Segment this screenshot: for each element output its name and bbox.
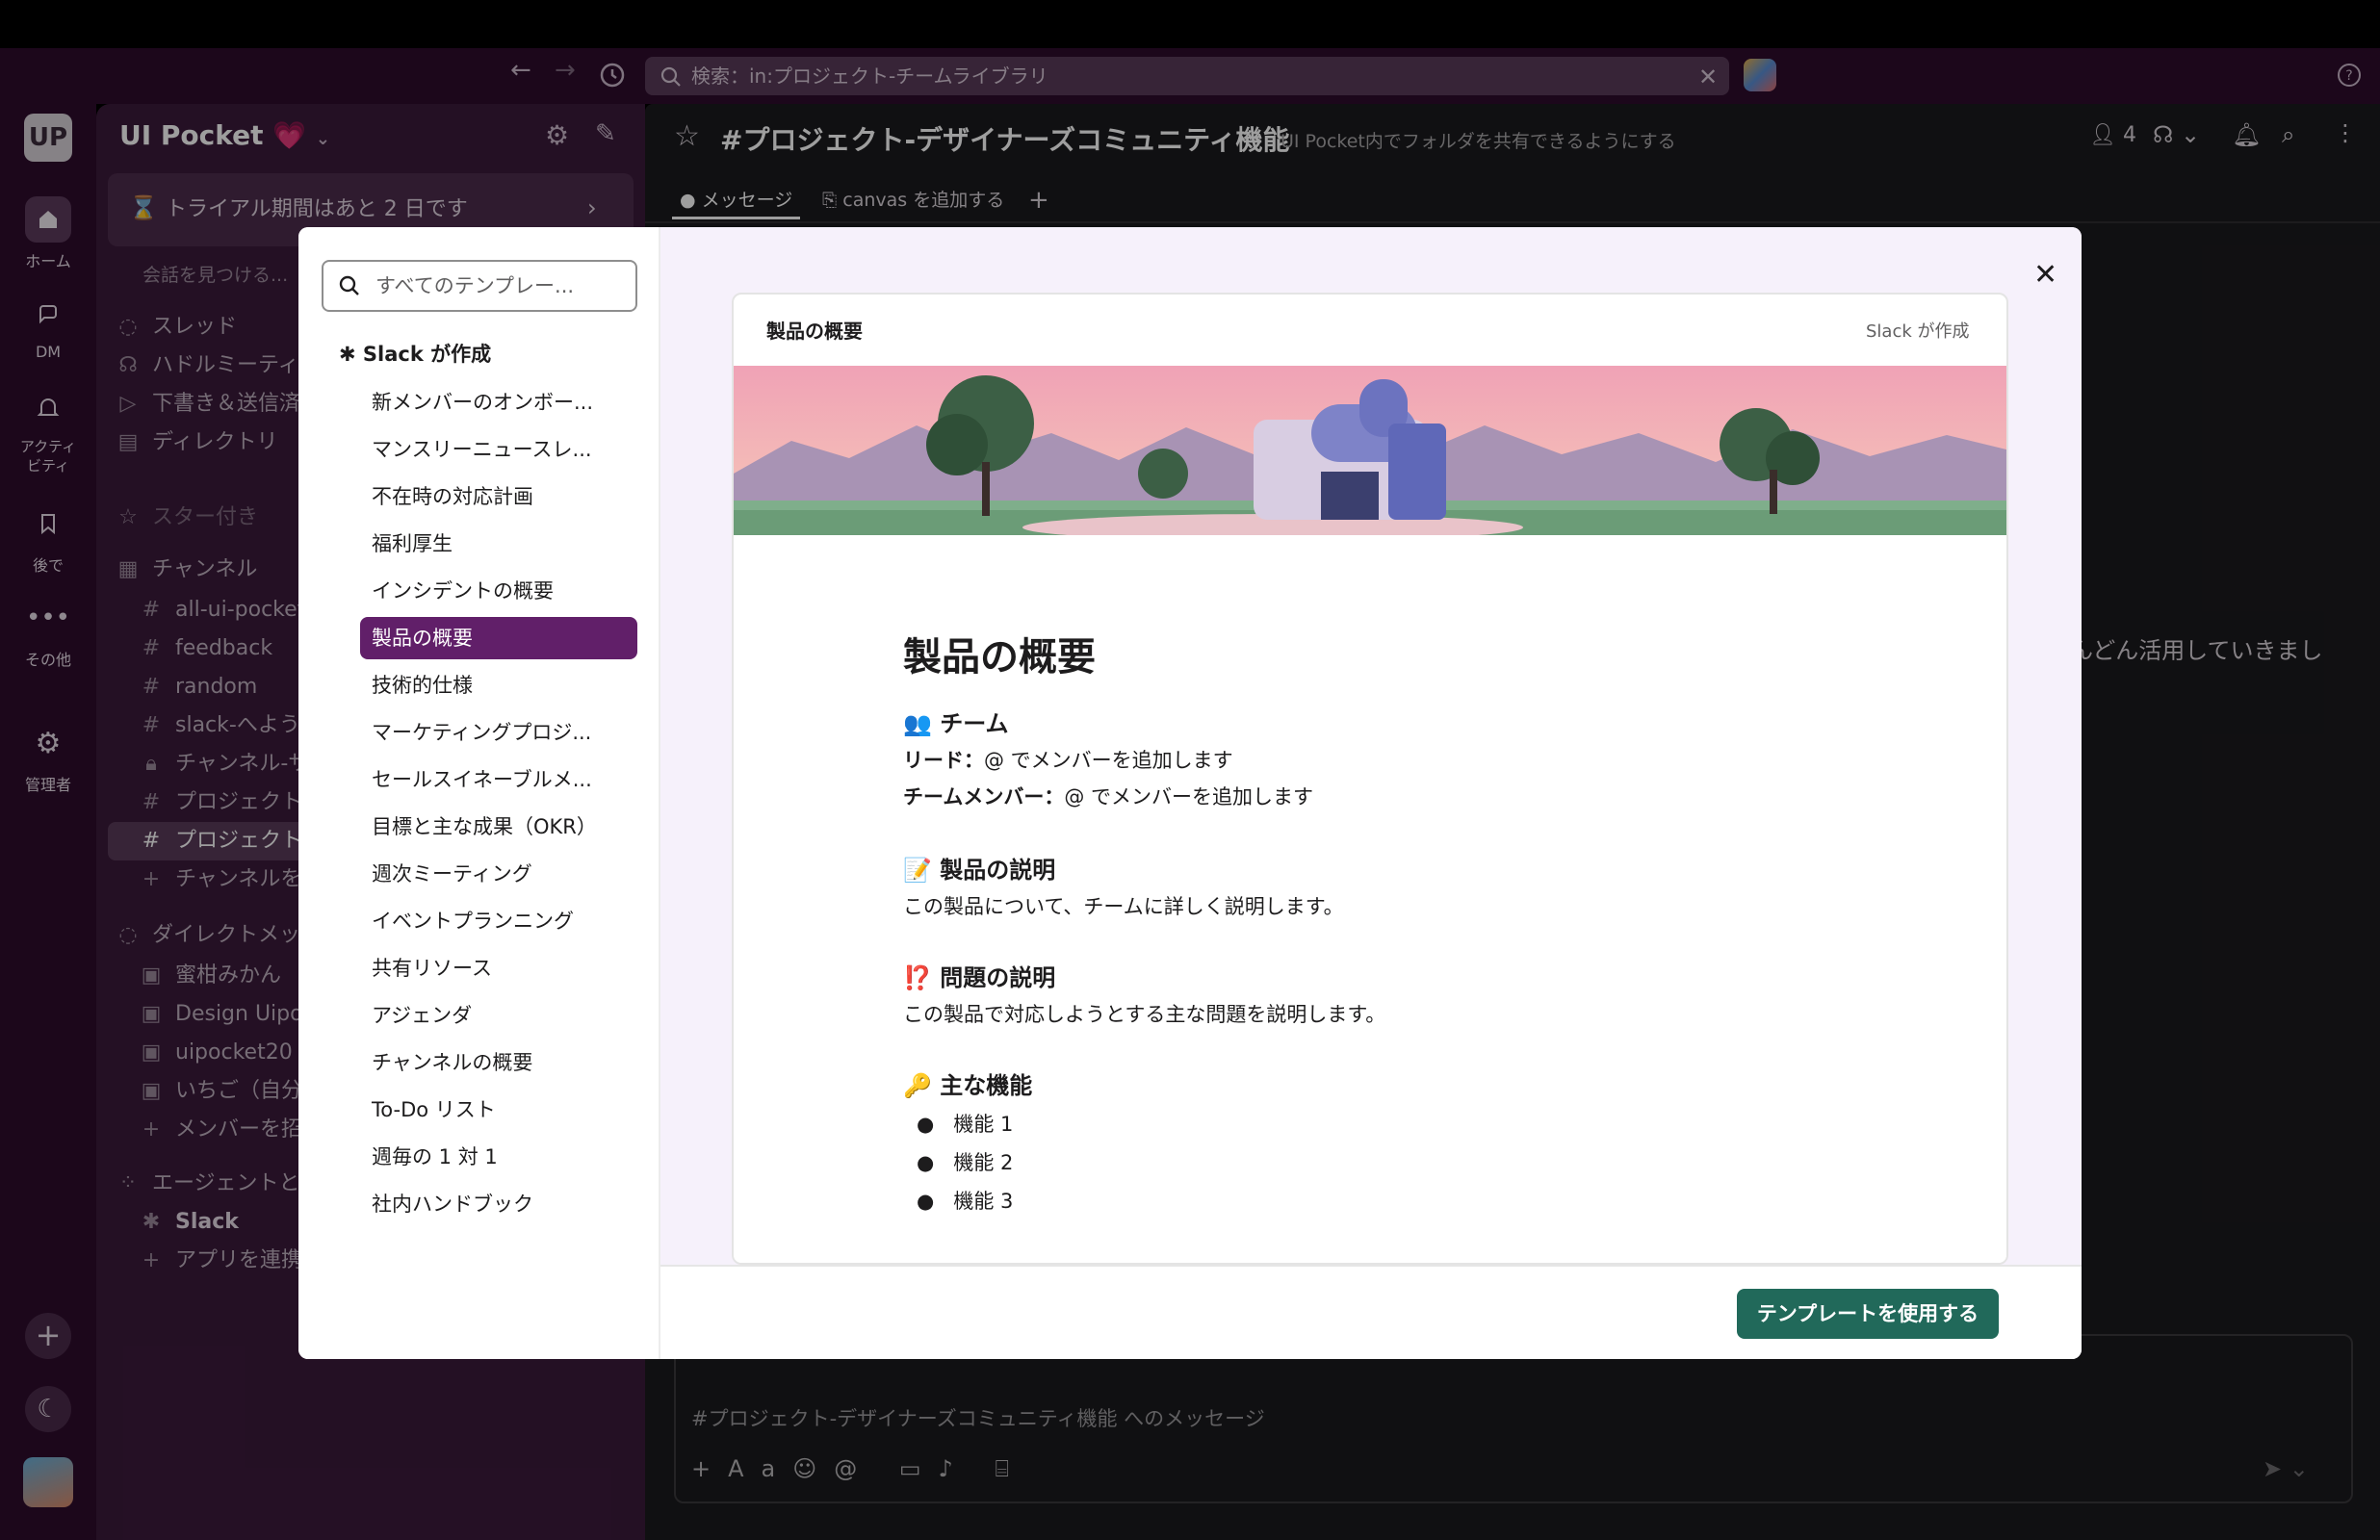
feature-item: ● 機能 2 — [917, 1151, 1014, 1174]
template-item[interactable]: イベントプランニング — [360, 900, 637, 942]
problem-text: この製品で対応しようとする主な問題を説明します。 — [903, 1003, 1386, 1026]
template-picker-modal: すべてのテンプレー... ✱ Slack が作成 新メンバーのオンボー... マン… — [298, 227, 2082, 1359]
slack-logo-icon: ✱ — [339, 343, 356, 366]
preview-document: 製品の概要 👥 チーム リード：@ でメンバーを追加します チームメンバー：@ … — [734, 535, 2006, 1263]
problem-heading: ⁉️ 問題の説明 — [903, 964, 1056, 991]
template-item[interactable]: 製品の概要 — [360, 617, 637, 659]
template-item[interactable]: インシデントの概要 — [360, 570, 637, 612]
search-icon — [339, 275, 360, 296]
template-preview-panel: ✕ 製品の概要 Slack が作成 製品の概要 👥 チーム リード：@ でメンバ… — [660, 227, 2082, 1359]
template-item[interactable]: 技術的仕様 — [360, 664, 637, 706]
slack-app: ← → 検索：in:プロジェクト-チームライブラリ ✕ ? UP ホーム DM … — [0, 0, 2380, 1540]
template-item[interactable]: 社内ハンドブック — [360, 1183, 637, 1225]
template-item[interactable]: マンスリーニュースレ... — [360, 428, 637, 471]
template-item[interactable]: 週毎の 1 対 1 — [360, 1136, 637, 1178]
template-item[interactable]: セールスイネーブルメ... — [360, 758, 637, 801]
feature-item: ● 機能 3 — [917, 1190, 1014, 1213]
doc-title: 製品の概要 — [903, 635, 1096, 680]
template-item[interactable]: To-Do リスト — [360, 1089, 637, 1131]
preview-header-title: 製品の概要 — [766, 320, 863, 343]
template-search-input[interactable]: すべてのテンプレー... — [322, 260, 637, 312]
description-heading: 📝 製品の説明 — [903, 857, 1056, 884]
lead-row: リード：@ でメンバーを追加します — [903, 745, 1233, 774]
preview-banner-image — [734, 366, 2006, 535]
template-item[interactable]: 福利厚生 — [360, 523, 637, 565]
members-label: チームメンバー： — [903, 785, 1065, 808]
template-list-panel: すべてのテンプレー... ✱ Slack が作成 新メンバーのオンボー... マン… — [298, 227, 660, 1359]
use-template-button[interactable]: テンプレートを使用する — [1737, 1289, 1999, 1339]
template-item[interactable]: マーケティングプロジ... — [360, 711, 637, 754]
template-item[interactable]: チャンネルの概要 — [360, 1041, 637, 1084]
template-item[interactable]: アジェンダ — [360, 994, 637, 1037]
feature-label: 機能 3 — [953, 1190, 1014, 1213]
template-item[interactable]: 目標と主な成果（OKR） — [360, 806, 637, 848]
members-row: チームメンバー：@ でメンバーを追加します — [903, 782, 1313, 810]
lead-label: リード： — [903, 749, 984, 772]
group-label: Slack が作成 — [362, 343, 492, 366]
template-preview-card: 製品の概要 Slack が作成 製品の概要 👥 チーム リード：@ でメンバーを… — [732, 293, 2008, 1265]
feature-item: ● 機能 1 — [917, 1113, 1014, 1136]
preview-header-author: Slack が作成 — [1866, 321, 1970, 342]
template-item[interactable]: 週次ミーティング — [360, 853, 637, 895]
description-text: この製品について、チームに詳しく説明します。 — [903, 895, 1344, 918]
team-heading: 👥 チーム — [903, 710, 1009, 737]
template-group-header[interactable]: ✱ Slack が作成 — [339, 339, 491, 368]
template-item[interactable]: 新メンバーのオンボー... — [360, 381, 637, 424]
close-icon[interactable]: ✕ — [2033, 258, 2057, 292]
lead-value: @ でメンバーを追加します — [984, 749, 1233, 772]
features-heading: 🔑 主な機能 — [903, 1072, 1033, 1099]
template-item[interactable]: 不在時の対応計画 — [360, 475, 637, 518]
template-item[interactable]: 共有リソース — [360, 947, 637, 989]
feature-label: 機能 1 — [953, 1113, 1014, 1136]
members-value: @ でメンバーを追加します — [1064, 785, 1314, 808]
feature-label: 機能 2 — [953, 1151, 1014, 1174]
